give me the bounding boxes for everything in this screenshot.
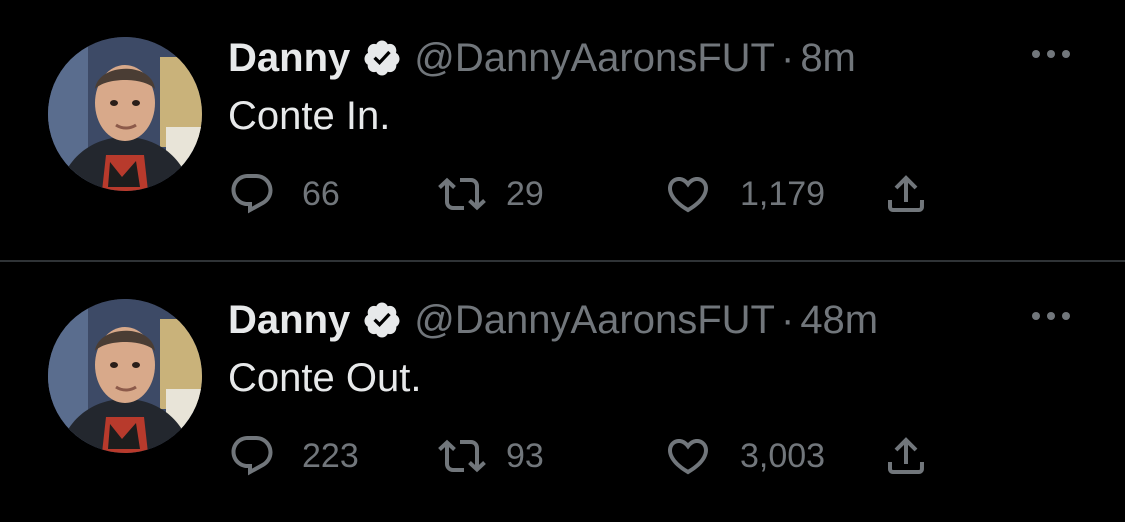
tweet-timestamp[interactable]: 48m bbox=[800, 298, 878, 343]
reply-count: 66 bbox=[302, 174, 340, 213]
author-name[interactable]: Danny bbox=[228, 298, 350, 343]
retweet-icon bbox=[438, 439, 486, 473]
more-options-icon[interactable] bbox=[1029, 42, 1073, 66]
like-count: 3,003 bbox=[740, 436, 826, 475]
share-upload-icon bbox=[888, 437, 924, 474]
retweet-button[interactable]: 93 bbox=[438, 432, 544, 480]
author-handle[interactable]: @DannyAaronsFUT bbox=[414, 36, 775, 81]
verified-badge-icon bbox=[362, 300, 402, 340]
retweet-count: 93 bbox=[506, 436, 544, 475]
share-button[interactable] bbox=[882, 170, 930, 218]
reply-bubble-icon bbox=[231, 174, 273, 214]
like-count: 1,179 bbox=[740, 174, 826, 213]
heart-icon bbox=[667, 177, 709, 213]
verified-badge-icon bbox=[362, 38, 402, 78]
author-name[interactable]: Danny bbox=[228, 36, 350, 81]
heart-icon bbox=[667, 439, 709, 475]
author-handle[interactable]: @DannyAaronsFUT bbox=[414, 298, 775, 343]
avatar[interactable] bbox=[48, 37, 202, 191]
tweet-actions: 223 93 3,003 bbox=[228, 432, 948, 480]
tweet[interactable]: Danny @DannyAaronsFUT · 48m Conte Out. 2… bbox=[0, 262, 1125, 522]
tweet[interactable]: Danny @DannyAaronsFUT · 8m Conte In. 66 … bbox=[0, 0, 1125, 260]
reply-button[interactable]: 66 bbox=[228, 170, 340, 218]
share-upload-icon bbox=[888, 175, 924, 212]
reply-count: 223 bbox=[302, 436, 359, 475]
tweet-text: Conte In. bbox=[228, 94, 391, 138]
like-button[interactable]: 3,003 bbox=[664, 432, 825, 480]
tweet-actions: 66 29 1,179 bbox=[228, 170, 948, 218]
retweet-button[interactable]: 29 bbox=[438, 170, 544, 218]
like-button[interactable]: 1,179 bbox=[664, 170, 825, 218]
tweet-header: Danny @DannyAaronsFUT · 8m bbox=[228, 32, 856, 84]
tweet-feed: Danny @DannyAaronsFUT · 8m Conte In. 66 … bbox=[0, 0, 1125, 508]
retweet-count: 29 bbox=[506, 174, 544, 213]
reply-button[interactable]: 223 bbox=[228, 432, 359, 480]
avatar[interactable] bbox=[48, 299, 202, 453]
more-options-icon[interactable] bbox=[1029, 304, 1073, 328]
reply-bubble-icon bbox=[231, 436, 273, 476]
header-separator: · bbox=[780, 297, 795, 342]
tweet-text: Conte Out. bbox=[228, 356, 422, 400]
tweet-header: Danny @DannyAaronsFUT · 48m bbox=[228, 294, 878, 346]
header-separator: · bbox=[780, 35, 795, 80]
tweet-timestamp[interactable]: 8m bbox=[800, 36, 856, 81]
share-button[interactable] bbox=[882, 432, 930, 480]
retweet-icon bbox=[438, 177, 486, 211]
